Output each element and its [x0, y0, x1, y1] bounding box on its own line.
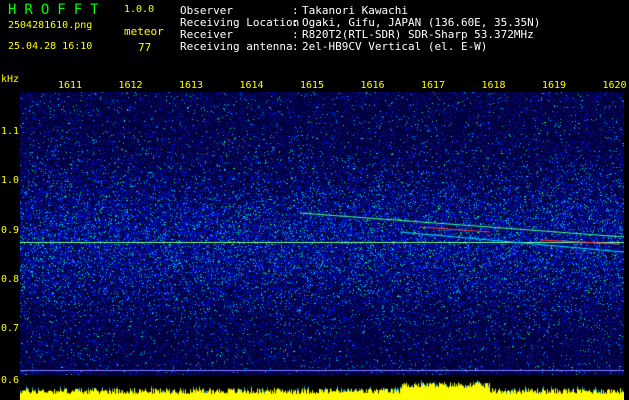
info-value-antenna: 2el-HB9CV Vertical (el. E-W) — [302, 40, 488, 53]
info-label-location: Receiving Location — [180, 16, 300, 29]
waterfall-spectrogram — [20, 92, 624, 375]
freq-tick-label: 0.8 — [1, 274, 20, 285]
header-panel: HROFFT 1.0.0 2504281610.png meteor 25.04… — [0, 0, 629, 72]
info-separator: : — [292, 28, 299, 41]
time-tick-label: 1619 — [542, 80, 567, 91]
freq-unit-label: kHz — [1, 74, 20, 85]
freq-tick-label: 1.1 — [1, 126, 20, 137]
file-name: 2504281610.png — [8, 20, 93, 31]
time-tick-label: 1615 — [300, 80, 325, 91]
info-label-observer: Observer — [180, 4, 233, 17]
detection-count: 77 — [138, 41, 152, 54]
info-label-antenna: Receiving antenna — [180, 40, 293, 53]
freq-tick-label: 0.6 — [1, 375, 20, 386]
app-version: 1.0.0 — [124, 4, 155, 15]
time-tick-label: 1611 — [58, 80, 83, 91]
time-tick-label: 1614 — [239, 80, 264, 91]
mode-label: meteor — [124, 25, 164, 38]
app-title: HROFFT — [8, 2, 107, 18]
freq-tick-label: 1.0 — [1, 175, 20, 186]
time-tick-label: 1617 — [421, 80, 446, 91]
info-value-observer: Takanori Kawachi — [302, 4, 408, 17]
time-tick-label: 1616 — [360, 80, 385, 91]
info-separator: : — [292, 40, 299, 53]
time-tick-label: 1613 — [179, 80, 204, 91]
time-tick-label: 1620 — [602, 80, 627, 91]
time-tick-label: 1618 — [481, 80, 506, 91]
info-value-location: Ogaki, Gifu, JAPAN (136.60E, 35.35N) — [302, 16, 541, 29]
time-tick-label: 1612 — [118, 80, 143, 91]
info-separator: : — [292, 16, 299, 29]
freq-tick-label: 0.9 — [1, 225, 20, 236]
spectrum-bar — [20, 376, 624, 400]
info-label-receiver: Receiver — [180, 28, 233, 41]
freq-tick-label: 0.7 — [1, 323, 20, 334]
datetime: 25.04.28 16:10 — [8, 41, 93, 52]
info-separator: : — [292, 4, 299, 17]
info-value-receiver: R820T2(RTL-SDR) SDR-Sharp 53.372MHz — [302, 28, 534, 41]
